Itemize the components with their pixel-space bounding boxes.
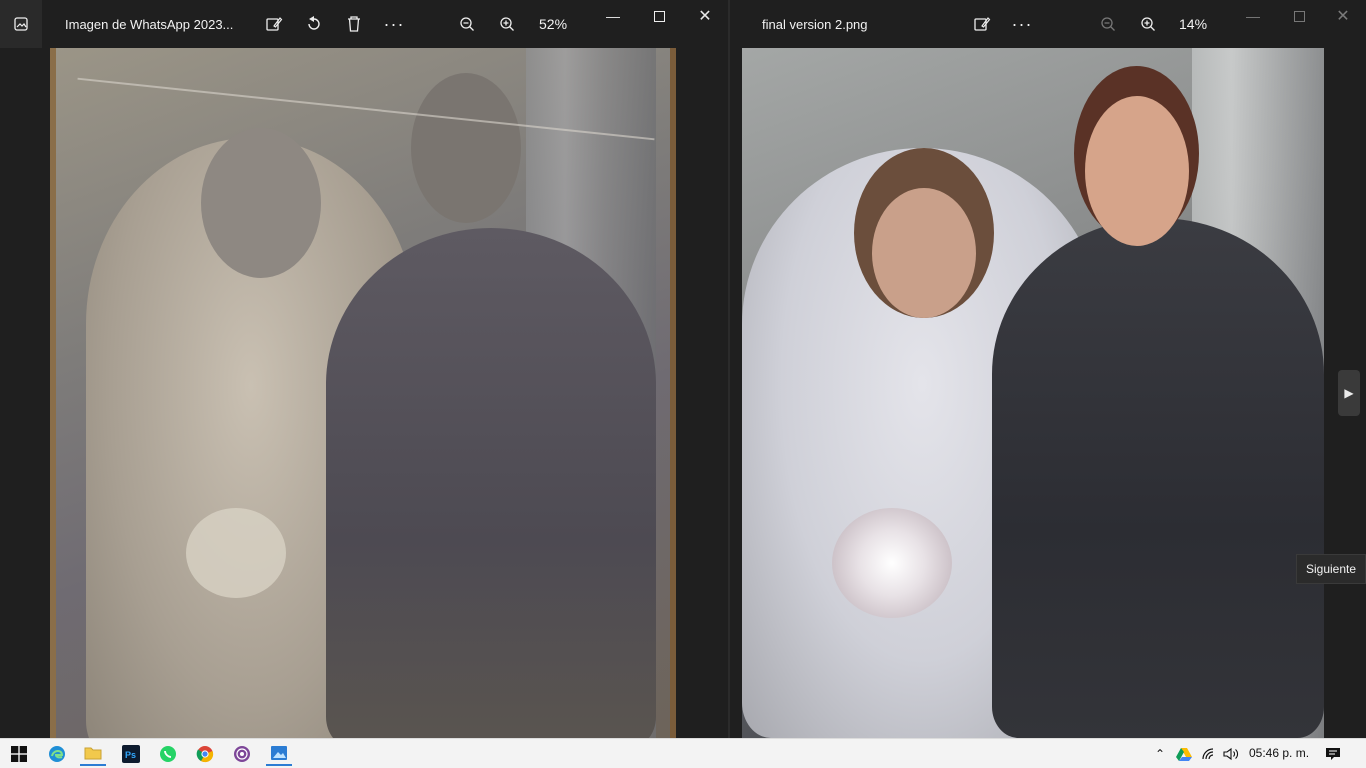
- tooltip: Siguiente: [1296, 554, 1366, 584]
- delete-button[interactable]: [338, 8, 370, 40]
- edit-image-icon: [974, 17, 991, 31]
- google-drive-icon: [1176, 748, 1192, 761]
- restored-wedding-photo: [742, 48, 1324, 738]
- show-hidden-icons-button[interactable]: ⌃: [1147, 742, 1173, 766]
- taskbar: Ps ⌃ 05:46 p. m.: [0, 738, 1366, 768]
- edit-image-button[interactable]: [966, 8, 998, 40]
- svg-text:Ps: Ps: [125, 750, 136, 760]
- file-explorer-button[interactable]: [80, 742, 106, 766]
- groom-face: [1085, 96, 1189, 246]
- titlebar-right: final version 2.png ··· 14% — ✕: [730, 0, 1366, 48]
- minimize-icon: —: [606, 8, 620, 24]
- photos-window-right: final version 2.png ··· 14% — ✕: [728, 0, 1366, 738]
- close-icon: ✕: [698, 8, 712, 25]
- bouquet: [832, 508, 952, 618]
- photos-button[interactable]: [266, 742, 292, 766]
- whatsapp-icon: [160, 746, 176, 762]
- volume-icon: [1223, 747, 1238, 761]
- photoshop-button[interactable]: Ps: [118, 742, 144, 766]
- photos-icon: [271, 746, 287, 760]
- windows-icon: [11, 746, 27, 762]
- close-button[interactable]: ✕: [1320, 0, 1366, 32]
- groom-figure: [992, 218, 1324, 738]
- zoom-out-icon: [1101, 17, 1115, 31]
- groom-head: [411, 73, 521, 223]
- close-icon: ✕: [1336, 8, 1350, 25]
- bride-head: [201, 128, 321, 278]
- clock[interactable]: 05:46 p. m.: [1249, 746, 1309, 760]
- titlebar-left: Imagen de WhatsApp 2023... ··· 52% — ✕: [0, 0, 728, 48]
- notification-icon: [1326, 748, 1340, 760]
- minimize-button[interactable]: —: [1230, 0, 1276, 32]
- bride-face: [872, 188, 976, 318]
- minimize-icon: —: [1246, 8, 1260, 24]
- folder-icon: [84, 747, 102, 760]
- zoom-level[interactable]: 52%: [539, 16, 567, 32]
- close-button[interactable]: ✕: [682, 0, 728, 32]
- edit-image-icon: [266, 17, 283, 31]
- edit-image-button[interactable]: [258, 8, 290, 40]
- more-icon: ···: [1011, 13, 1033, 34]
- start-button[interactable]: [6, 742, 32, 766]
- tor-icon: [234, 746, 250, 762]
- wifi-icon: [1202, 748, 1214, 760]
- zoom-in-button[interactable]: [1132, 8, 1164, 40]
- more-icon: ···: [383, 13, 405, 34]
- whatsapp-button[interactable]: [155, 742, 181, 766]
- chrome-icon: [196, 746, 214, 763]
- chevron-up-icon: ⌃: [1154, 747, 1166, 761]
- more-button[interactable]: ···: [378, 8, 410, 40]
- photos-app-icon[interactable]: [0, 0, 42, 48]
- play-right-icon: ▶: [1344, 386, 1354, 400]
- tor-browser-button[interactable]: [229, 742, 255, 766]
- volume-button[interactable]: [1219, 742, 1245, 766]
- google-drive-button[interactable]: [1171, 742, 1197, 766]
- photoshop-icon: Ps: [122, 745, 140, 763]
- zoom-out-button[interactable]: [451, 8, 483, 40]
- window-title: final version 2.png: [762, 17, 868, 32]
- action-center-button[interactable]: [1320, 742, 1346, 766]
- maximize-button[interactable]: [1276, 0, 1322, 32]
- maximize-button[interactable]: [636, 0, 682, 32]
- old-wedding-photo: [50, 48, 676, 738]
- minimize-button[interactable]: —: [590, 0, 636, 32]
- zoom-out-icon: [460, 17, 474, 31]
- edge-icon: [49, 746, 65, 762]
- maximize-icon: [1293, 10, 1305, 22]
- maximize-icon: [653, 10, 665, 22]
- groom-figure: [326, 228, 656, 738]
- next-image-button[interactable]: ▶: [1338, 370, 1360, 416]
- trash-icon: [348, 16, 360, 32]
- edge-button[interactable]: [44, 742, 70, 766]
- zoom-out-button[interactable]: [1092, 8, 1124, 40]
- zoom-level[interactable]: 14%: [1179, 16, 1207, 32]
- chrome-button[interactable]: [192, 742, 218, 766]
- photos-window-left: Imagen de WhatsApp 2023... ··· 52% — ✕: [0, 0, 728, 738]
- zoom-in-icon: [500, 17, 514, 31]
- rotate-icon: [308, 16, 320, 30]
- zoom-in-icon: [1141, 17, 1155, 31]
- rotate-button[interactable]: [298, 8, 330, 40]
- zoom-in-button[interactable]: [491, 8, 523, 40]
- window-title: Imagen de WhatsApp 2023...: [65, 17, 234, 32]
- more-button[interactable]: ···: [1006, 8, 1038, 40]
- bouquet: [186, 508, 286, 598]
